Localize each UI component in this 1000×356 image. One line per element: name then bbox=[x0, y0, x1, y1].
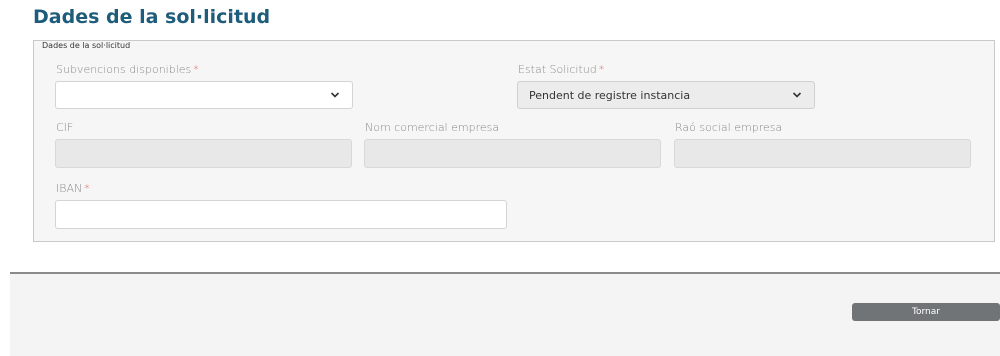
required-mark: * bbox=[84, 182, 90, 195]
estat-label-text: Estat Solicitud bbox=[518, 63, 597, 76]
subvencions-label: Subvencions disponibles * bbox=[56, 63, 199, 76]
iban-label-text: IBAN bbox=[56, 182, 83, 195]
rao-social-field[interactable] bbox=[674, 139, 971, 168]
cif-label: CIF bbox=[56, 121, 74, 134]
page: Dades de la sol·licitud Dades de la sol·… bbox=[0, 0, 1000, 356]
estat-label: Estat Solicitud * bbox=[518, 63, 604, 76]
subvencions-label-text: Subvencions disponibles bbox=[56, 63, 192, 76]
iban-label: IBAN * bbox=[56, 182, 90, 195]
estat-select[interactable]: Pendent de registre instancia bbox=[517, 81, 815, 109]
chevron-down-icon bbox=[792, 92, 802, 98]
tornar-button[interactable]: Tornar bbox=[852, 303, 1000, 321]
required-mark: * bbox=[598, 63, 605, 76]
nom-comercial-field[interactable] bbox=[364, 139, 661, 168]
cif-field[interactable] bbox=[55, 139, 352, 168]
required-mark: * bbox=[193, 63, 199, 76]
estat-value: Pendent de registre instancia bbox=[529, 89, 691, 102]
rao-social-label: Raó social empresa bbox=[675, 121, 783, 134]
subvencions-select[interactable] bbox=[55, 81, 353, 109]
chevron-down-icon bbox=[330, 92, 340, 98]
fieldset-legend: Dades de la sol·licitud bbox=[39, 41, 134, 50]
page-title: Dades de la sol·licitud bbox=[33, 6, 271, 28]
iban-input[interactable] bbox=[55, 200, 507, 229]
nom-comercial-label: Nom comercial empresa bbox=[365, 121, 500, 134]
